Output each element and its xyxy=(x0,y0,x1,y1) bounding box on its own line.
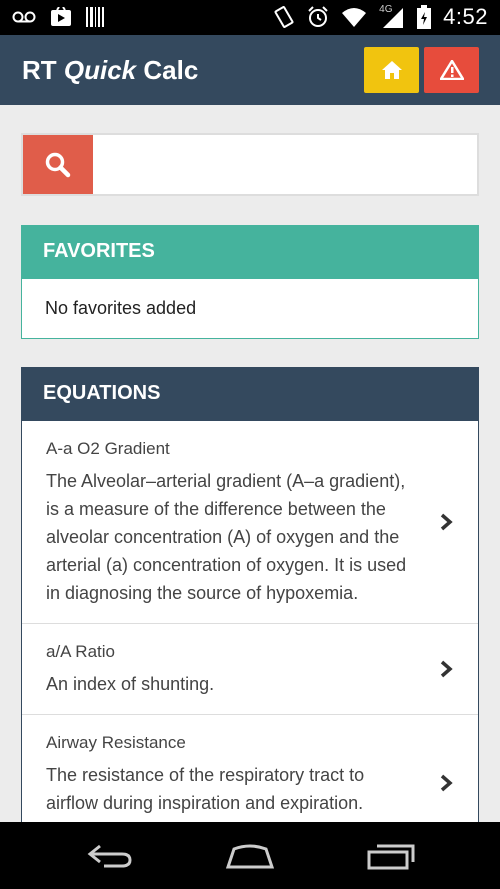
alarm-icon xyxy=(308,6,328,27)
equation-item-airway-resistance[interactable]: Airway Resistance The resistance of the … xyxy=(22,715,478,822)
alert-button[interactable] xyxy=(424,47,479,93)
equations-panel: EQUATIONS A-a O2 Gradient The Alveolar–a… xyxy=(21,367,479,822)
favorites-panel: FAVORITES No favorites added xyxy=(21,225,479,339)
equation-item-aa-ratio[interactable]: a/A Ratio An index of shunting. xyxy=(22,624,478,715)
home-nav-button[interactable] xyxy=(220,840,280,872)
equation-description: The resistance of the respiratory tract … xyxy=(46,765,365,813)
equations-header: EQUATIONS xyxy=(22,368,478,421)
chevron-right-icon xyxy=(440,660,453,678)
main-content[interactable]: FAVORITES No favorites added EQUATIONS A… xyxy=(0,105,500,822)
wifi-icon xyxy=(342,8,367,27)
search-bar xyxy=(21,133,479,196)
search-button[interactable] xyxy=(23,135,93,194)
favorites-header: FAVORITES xyxy=(22,226,478,279)
status-bar: 4G 4:52 xyxy=(0,0,500,35)
equation-description: The Alveolar–arterial gradient (A–a grad… xyxy=(46,471,407,603)
signal-icon: 4G xyxy=(379,4,405,28)
home-button[interactable] xyxy=(364,47,419,93)
equation-title: a/A Ratio xyxy=(46,642,115,661)
equation-item-aa-gradient[interactable]: A-a O2 Gradient The Alveolar–arterial gr… xyxy=(22,421,478,624)
back-button[interactable] xyxy=(80,840,140,872)
home-icon xyxy=(381,61,402,79)
back-icon xyxy=(87,844,132,868)
chevron-right-icon xyxy=(440,774,453,792)
vibrate-icon xyxy=(274,6,294,28)
recents-icon xyxy=(367,844,415,870)
equation-title: Airway Resistance xyxy=(46,733,186,752)
barcode-icon xyxy=(86,7,104,27)
home-nav-icon xyxy=(225,844,275,869)
play-store-icon xyxy=(51,7,71,26)
search-icon xyxy=(45,152,71,177)
equation-description: An index of shunting. xyxy=(46,674,215,694)
battery-icon xyxy=(417,5,432,29)
voicemail-icon xyxy=(12,11,36,23)
system-nav-bar xyxy=(0,822,500,889)
chevron-right-icon xyxy=(440,513,453,531)
app-bar: RT Quick Calc xyxy=(0,35,500,105)
favorites-empty-text: No favorites added xyxy=(45,298,197,318)
recents-button[interactable] xyxy=(360,840,420,872)
clock: 4:52 xyxy=(443,4,488,29)
equation-title: A-a O2 Gradient xyxy=(46,439,170,458)
warning-icon xyxy=(439,60,464,80)
app-title: RT Quick Calc xyxy=(22,55,199,85)
search-input[interactable] xyxy=(95,135,477,194)
